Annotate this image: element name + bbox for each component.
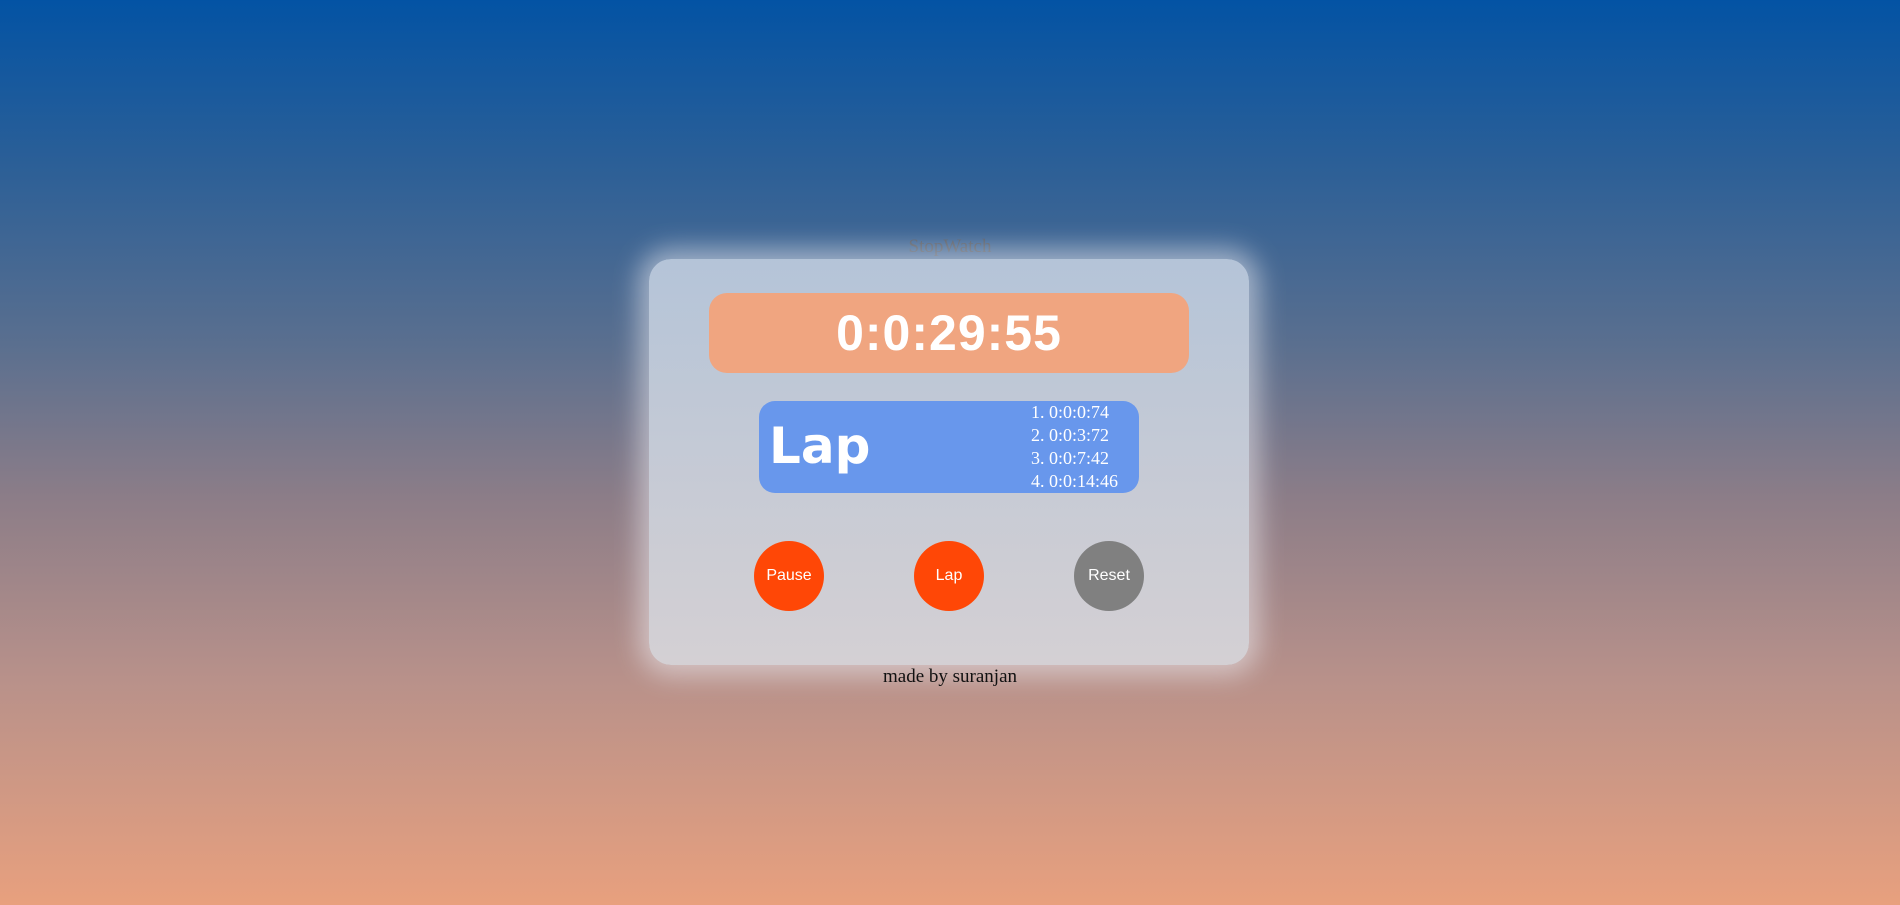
lap-item: 2. 0:0:3:72	[1031, 425, 1110, 445]
app-title: StopWatch	[908, 236, 992, 257]
stopwatch-card: 0:0:29:55 Lap 1. 0:0:0:74 2. 0:0:3:72 3.…	[649, 259, 1249, 665]
pause-button[interactable]: Pause	[754, 541, 824, 611]
lap-item: 4. 0:0:14:46	[1031, 471, 1119, 491]
lap-item: 3. 0:0:7:42	[1031, 448, 1110, 468]
lap-heading: Lap	[769, 417, 871, 475]
footer-credit: made by suranjan	[882, 666, 1017, 687]
lap-list: 1. 0:0:0:74 2. 0:0:3:72 3. 0:0:7:42 4. 0…	[1031, 401, 1118, 493]
reset-button[interactable]: Reset	[1074, 541, 1144, 611]
lap-panel: Lap 1. 0:0:0:74 2. 0:0:3:72 3. 0:0:7:42 …	[759, 401, 1139, 493]
time-display: 0:0:29:55	[709, 293, 1189, 373]
lap-button[interactable]: Lap	[914, 541, 984, 611]
lap-item: 1. 0:0:0:74	[1031, 402, 1110, 422]
